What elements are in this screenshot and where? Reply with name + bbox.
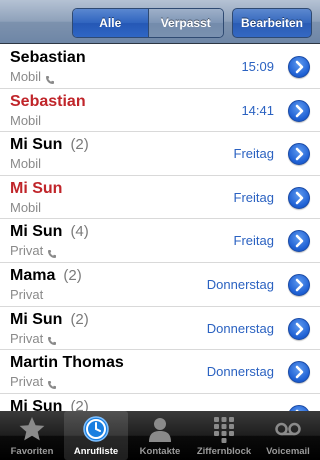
tab-bar: Favoriten Anrufliste Kontakte Ziffernblo… [0,411,320,460]
call-row[interactable]: Sebastian Mobil 15:09 [0,45,320,89]
call-time: 15:09 [241,59,274,74]
caller-name: Mama [10,266,56,284]
number-type-line: Privat [10,374,57,389]
number-type-line: Privat [10,331,57,346]
chevron-right-icon [295,322,304,335]
tab-label: Favoriten [10,446,54,457]
number-type: Mobil [10,199,42,215]
number-type-line: Mobil [10,113,41,128]
call-filter-segmented-control: Alle Verpasst [72,8,224,38]
call-row[interactable]: Mi Sun (4) Privat Freitag [0,219,320,263]
chevron-right-icon [295,191,304,205]
outgoing-call-icon [47,246,57,258]
clock-icon [83,416,109,442]
tab-label: Kontakte [139,446,181,457]
tab-label: Voicemail [266,446,310,457]
number-type: Privat [10,374,44,390]
caller-name: Mi Sun [10,397,63,411]
caller-name: Mi Sun [10,179,63,197]
call-time: Donnerstag [206,276,274,292]
caller-line: Mama (2) [10,267,82,285]
call-count: (4) [70,223,89,241]
tab-voicemail[interactable]: Voicemail [256,411,320,460]
details-disclosure-button[interactable] [288,273,310,296]
tab-contacts[interactable]: Kontakte [128,411,192,460]
details-disclosure-button[interactable] [288,317,310,340]
caller-name: Sebastian [10,92,86,110]
caller-name: Mi Sun [10,223,63,241]
chevron-right-icon [295,235,304,248]
details-disclosure-button[interactable] [288,230,310,253]
number-type: Mobil [10,156,42,172]
chevron-right-icon [295,365,304,379]
call-row[interactable]: Sebastian Mobil 14:41 [0,88,320,133]
call-count: (2) [70,310,89,328]
number-type-line: Privat [10,243,57,258]
outgoing-call-icon [47,377,57,389]
chevron-right-icon [295,278,304,292]
chevron-right-icon [295,147,304,161]
outgoing-call-icon [45,72,55,84]
number-type: Mobil [10,69,42,84]
caller-line: Mi Sun (2) [10,311,89,329]
details-disclosure-button[interactable] [288,186,310,209]
call-time: 14:41 [241,102,274,118]
tab-keypad[interactable]: Ziffernblock [192,411,256,460]
call-row[interactable]: Mi Sun Mobil Freitag [0,175,320,220]
call-time: Donnerstag [206,320,274,336]
star-icon [19,417,45,441]
call-time: Freitag [233,189,274,205]
edit-button[interactable]: Bearbeiten [232,8,312,38]
number-type: Privat [10,243,44,259]
tab-label: Ziffernblock [196,446,252,457]
call-count: (2) [63,266,82,284]
number-type-line: Mobil [10,156,41,171]
call-row[interactable]: Mi Sun (2) Privat Donnerstag [0,306,320,351]
tab-label: Anrufliste [73,446,119,457]
tab-recents[interactable]: Anrufliste [64,411,128,460]
call-time: Freitag [233,146,274,162]
caller-name: Sebastian [10,49,86,66]
details-disclosure-button[interactable] [288,56,310,78]
details-disclosure-button[interactable] [288,99,310,122]
keypad-icon [214,417,234,443]
call-row[interactable]: Mi Sun (2) Mobil Freitag [0,132,320,176]
caller-line: Mi Sun (2) [10,136,89,154]
call-row[interactable]: Martin Thomas Privat Donnerstag [0,350,320,394]
call-time: Donnerstag [206,364,274,380]
caller-line: Sebastian [10,93,94,111]
number-type: Privat [10,286,44,302]
tab-favorites[interactable]: Favoriten [0,411,64,460]
number-type-line: Privat [10,287,43,302]
details-disclosure-button[interactable] [288,361,310,384]
recent-calls-list: Sebastian Mobil 15:09 Sebastian Mobil 14:41 Mi… [0,45,320,411]
caller-name: Mi Sun [10,136,63,154]
number-type-line: Mobil [10,69,55,84]
caller-line: Mi Sun [10,180,70,198]
call-time: Freitag [233,233,274,249]
call-row[interactable]: Mi Sun (2) [0,393,320,411]
caller-line: Martin Thomas [10,354,132,372]
caller-name: Martin Thomas [10,354,124,372]
chevron-right-icon [295,60,304,74]
call-count: (2) [70,397,89,411]
caller-name: Mi Sun [10,310,63,328]
call-row[interactable]: Mama (2) Privat Donnerstag [0,262,320,307]
voicemail-icon [275,422,301,436]
segment-missed[interactable]: Verpasst [147,9,223,37]
details-disclosure-button[interactable] [288,143,310,166]
chevron-right-icon [295,104,304,117]
call-count: (2) [70,136,89,154]
caller-line: Mi Sun (4) [10,223,89,241]
caller-line: Mi Sun (2) [10,398,89,411]
number-type: Mobil [10,112,42,128]
navigation-bar: Alle Verpasst Bearbeiten [0,0,320,44]
outgoing-call-icon [47,333,57,346]
caller-line: Sebastian [10,49,94,67]
contacts-icon [149,418,171,442]
number-type-line: Mobil [10,200,41,215]
segment-all[interactable]: Alle [73,9,148,37]
number-type: Privat [10,330,44,346]
